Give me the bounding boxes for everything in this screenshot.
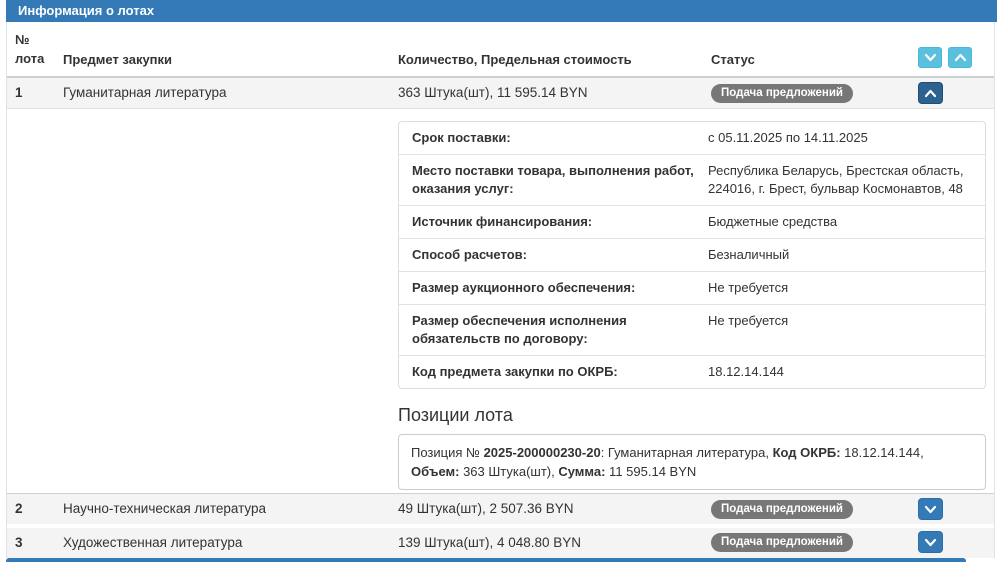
panel-title: Информация о лотах — [6, 0, 997, 22]
lots-table-header: № лота Предмет закупки Количество, Преде… — [7, 22, 994, 77]
position-sum-value: 11 595.14 BYN — [605, 464, 696, 479]
chevron-up-icon — [924, 86, 937, 101]
detail-value: Не требуется — [708, 272, 985, 304]
chevron-down-icon — [924, 50, 937, 65]
lots-page: Информация о лотах № лота Предмет закупк… — [0, 0, 1000, 566]
next-panel-top-edge — [6, 558, 966, 562]
lot-row-3: 3 Художественная литература 139 Штука(шт… — [7, 528, 994, 558]
lots-info-panel: Информация о лотах № лота Предмет закупк… — [6, 1, 995, 558]
detail-value: Республика Беларусь, Брестская область, … — [708, 155, 985, 205]
detail-row-contract-security: Размер обеспечения исполнения обязательс… — [399, 305, 985, 356]
chevron-down-icon — [924, 535, 937, 550]
column-header-quantity-cost: Количество, Предельная стоимость — [398, 52, 632, 67]
lot-row-2: 2 Научно-техническая литература 49 Штука… — [7, 493, 994, 524]
lot-positions-title: Позиции лота — [398, 404, 986, 426]
lot-1-collapse-button[interactable] — [918, 82, 943, 104]
detail-row-delivery-place: Место поставки товара, выполнения работ,… — [399, 155, 985, 206]
column-header-status: Статус — [711, 52, 755, 67]
detail-label: Способ расчетов: — [399, 239, 708, 271]
lot-number: 2 — [15, 494, 23, 524]
lot-quantity-cost: 49 Штука(шт), 2 507.36 BYN — [398, 494, 574, 524]
detail-row-payment-method: Способ расчетов: Безналичный — [399, 239, 985, 272]
lot-number: 3 — [15, 528, 23, 557]
lot-position-item: Позиция № 2025-200000230-20: Гуманитарна… — [398, 434, 986, 490]
detail-row-delivery-period: Срок поставки: с 05.11.2025 по 14.11.202… — [399, 122, 985, 155]
detail-row-auction-deposit: Размер аукционного обеспечения: Не требу… — [399, 272, 985, 305]
column-header-lot-number: № лота — [15, 30, 44, 68]
position-okrb-value: 18.12.14.144, — [841, 445, 924, 460]
column-header-lot-number-line2: лота — [15, 49, 44, 68]
detail-label: Срок поставки: — [399, 122, 708, 154]
chevron-up-icon — [954, 50, 967, 65]
lot-quantity-cost: 363 Штука(шт), 11 595.14 BYN — [398, 78, 588, 108]
lot-subject: Научно-техническая литература — [63, 494, 266, 524]
column-header-lot-number-line1: № — [15, 30, 44, 49]
lot-subject: Художественная литература — [63, 528, 242, 557]
detail-value: с 05.11.2025 по 14.11.2025 — [708, 122, 985, 154]
detail-label: Код предмета закупки по ОКРБ: — [399, 356, 708, 388]
lot-quantity-cost: 139 Штука(шт), 4 048.80 BYN — [398, 528, 581, 557]
lot-number: 1 — [15, 78, 23, 108]
position-volume-label: Объем: — [411, 464, 459, 479]
lot-3-expand-button[interactable] — [918, 531, 943, 553]
detail-label: Размер аукционного обеспечения: — [399, 272, 708, 304]
position-number: 2025-200000230-20 — [484, 445, 601, 460]
position-text: : Гуманитарная литература, — [601, 445, 773, 460]
detail-row-okrb-code: Код предмета закупки по ОКРБ: 18.12.14.1… — [399, 356, 985, 388]
position-text: Позиция № — [411, 445, 484, 460]
lot-2-expand-button[interactable] — [918, 498, 943, 520]
lot-row-1: 1 Гуманитарная литература 363 Штука(шт),… — [7, 77, 994, 108]
lot-1-details-section: Срок поставки: с 05.11.2025 по 14.11.202… — [7, 108, 994, 493]
detail-label: Место поставки товара, выполнения работ,… — [399, 155, 708, 205]
detail-row-funding-source: Источник финансирования: Бюджетные средс… — [399, 206, 985, 239]
lot-subject: Гуманитарная литература — [63, 78, 227, 108]
column-header-subject: Предмет закупки — [63, 52, 172, 67]
detail-label: Размер обеспечения исполнения обязательс… — [399, 305, 708, 355]
lot-details-table: Срок поставки: с 05.11.2025 по 14.11.202… — [398, 121, 986, 389]
position-okrb-label: Код ОКРБ: — [773, 445, 841, 460]
detail-value: Бюджетные средства — [708, 206, 985, 238]
status-badge: Подача предложений — [711, 500, 853, 519]
status-badge: Подача предложений — [711, 84, 853, 103]
chevron-down-icon — [924, 502, 937, 517]
position-sum-label: Сумма: — [558, 464, 605, 479]
detail-label: Источник финансирования: — [399, 206, 708, 238]
position-volume-value: 363 Штука(шт), — [459, 464, 558, 479]
detail-value: Не требуется — [708, 305, 985, 355]
collapse-all-button[interactable] — [948, 47, 972, 68]
detail-value: Безналичный — [708, 239, 985, 271]
detail-value: 18.12.14.144 — [708, 356, 985, 388]
status-badge: Подача предложений — [711, 533, 853, 552]
expand-all-button[interactable] — [918, 47, 942, 68]
